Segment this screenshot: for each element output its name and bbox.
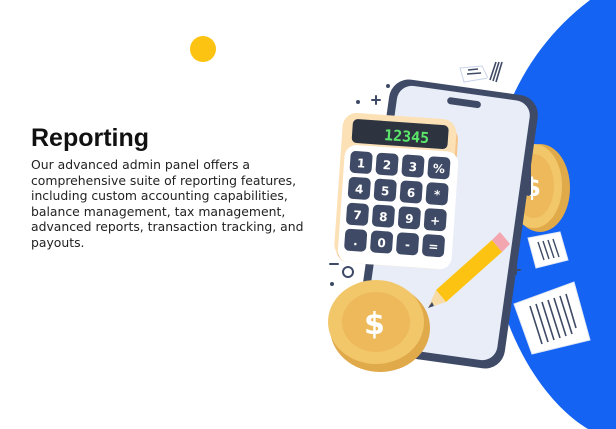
calculator-key-label: 5 <box>381 184 390 199</box>
calculator-key-label: 7 <box>353 208 362 223</box>
calculator-key-label: 4 <box>355 182 364 197</box>
reporting-illustration: $ 12345 1 2 3 %4 5 6 *7 8 9 +. 0- = $ <box>328 60 591 372</box>
calculator-key-label: 2 <box>382 158 391 173</box>
coin-symbol: $ <box>364 307 385 342</box>
calculator-key-label: % <box>432 161 445 176</box>
calculator-key-label: . <box>353 234 359 248</box>
calculator-key-label: 8 <box>379 210 388 225</box>
promo-card: Reporting Our advanced admin panel offer… <box>0 0 616 429</box>
reporting-section: Reporting Our advanced admin panel offer… <box>31 123 331 251</box>
calculator-key-label: 9 <box>405 212 414 227</box>
yellow-dot-decoration <box>190 36 216 62</box>
calculator-key-label: 1 <box>356 156 365 171</box>
calculator-key-label: 0 <box>377 236 386 251</box>
calculator-key-label: = <box>428 239 439 254</box>
calculator-key-label: 6 <box>406 186 415 201</box>
section-title: Reporting <box>31 124 150 152</box>
calculator-key-label: + <box>430 213 441 228</box>
calculator-display: 12345 <box>383 126 429 147</box>
section-description: Our advanced admin panel offers a compre… <box>31 157 304 250</box>
calculator-key-label: 3 <box>408 160 417 175</box>
calculator-key-label: - <box>405 238 411 252</box>
